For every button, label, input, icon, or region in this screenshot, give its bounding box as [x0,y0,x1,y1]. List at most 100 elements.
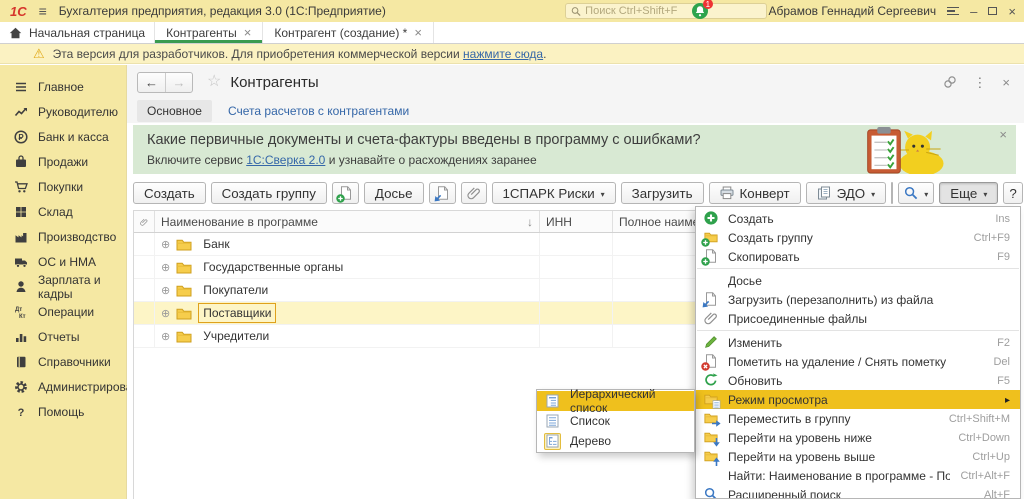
link-icon[interactable] [943,75,957,89]
attach-cell [134,279,155,301]
create-group-button[interactable]: Создать группу [211,182,327,204]
menu-item-mark-deletion[interactable]: Пометить на удаление / Снять пометкуDel [696,352,1020,371]
menu-item-view-mode[interactable]: Режим просмотра [696,390,1020,409]
tab-label: Контрагенты [166,26,237,40]
menu-item-copy[interactable]: СкопироватьF9 [696,247,1020,266]
expand-icon[interactable] [161,330,170,343]
dossier-button[interactable]: Досье [364,182,424,204]
global-search-box[interactable] [565,3,767,19]
sidebar-item-operacii[interactable]: ДтКтОперации [0,299,126,324]
expand-icon[interactable] [161,284,170,297]
tab-home[interactable]: Начальная страница [0,22,155,43]
spark-risks-button[interactable]: 1СПАРК Риски [492,182,616,204]
menu-item-attached-files[interactable]: Присоединенные файлы [696,309,1020,328]
expand-icon[interactable] [161,307,170,320]
menu-item-level-down[interactable]: Перейти на уровень нижеCtrl+Down [696,428,1020,447]
create-button[interactable]: Создать [133,182,206,204]
close-tab-icon[interactable] [244,26,252,39]
attach-column-header[interactable] [134,211,155,232]
sidebar-item-administrirovanie[interactable]: Администрирование [0,374,126,399]
sidebar-item-spravochniki[interactable]: Справочники [0,349,126,374]
sidebar-item-sklad[interactable]: Склад [0,199,126,224]
sidebar-item-pokupki[interactable]: Покупки [0,174,126,199]
user-menu-icon[interactable] [947,5,959,17]
tab-osnovnoe[interactable]: Основное [137,100,212,122]
search-menu-button[interactable] [898,182,934,204]
tab-kontragent-sozdanie[interactable]: Контрагент (создание) * [263,22,434,43]
menu-item-dossier[interactable]: Досье [696,271,1020,290]
close-icon[interactable]: × [1008,5,1016,18]
copy-button[interactable] [332,182,359,204]
sidebar-item-bank-i-kassa[interactable]: РБанк и касса [0,124,126,149]
tab-scheta-raschetov[interactable]: Счета расчетов с контрагентами [228,104,409,118]
name-cell[interactable]: Банк [155,233,540,255]
expand-icon[interactable] [161,261,170,274]
global-search-input[interactable] [585,5,761,17]
close-page-icon[interactable] [1002,76,1010,89]
folder-down-icon [703,430,718,445]
folder-plus-icon [703,230,718,245]
more-button[interactable]: Еще [939,182,998,204]
submenu-arrow-icon [1005,393,1010,406]
sidebar-item-label: Зарплата и кадры [38,273,126,301]
envelope-button[interactable]: Конверт [709,182,801,204]
main-menu-burger-icon[interactable] [39,4,47,18]
submenu-item-hierarchical-list[interactable]: Иерархический список [537,391,694,411]
load-from-file-icon [703,292,718,307]
sidebar-item-pomosch[interactable]: ?Помощь [0,399,126,424]
tab-kontragenty[interactable]: Контрагенты [155,22,263,43]
list-search-input[interactable] [892,183,893,203]
name-cell[interactable]: Покупатели [155,279,540,301]
sidebar-item-otchety[interactable]: Отчеты [0,324,126,349]
truck-icon [13,254,28,269]
attached-files-button[interactable] [461,182,487,204]
sidebar-item-glavnoe[interactable]: Главное [0,74,126,99]
help-button[interactable]: ? [1003,182,1022,204]
svg-text:Кт: Кт [19,314,26,319]
load-button[interactable]: Загрузить [621,182,704,204]
menu-item-move-to-group[interactable]: Переместить в группуCtrl+Shift+M [696,409,1020,428]
inn-cell [540,325,613,347]
list-search-box[interactable] [891,182,893,204]
edo-button[interactable]: ЭДО [806,182,887,204]
sidebar-item-proizvodstvo[interactable]: Производство [0,224,126,249]
menu-item-create[interactable]: СоздатьIns [696,209,1020,228]
folder-icon [176,261,192,274]
name-cell[interactable]: Поставщики [155,302,540,324]
sidebar-item-prodazhi[interactable]: Продажи [0,149,126,174]
sidebar-item-zarplata-i-kadry[interactable]: Зарплата и кадры [0,274,126,299]
menu-item-advanced-search[interactable]: Расширенный поискAlt+F [696,485,1020,499]
sidebar-item-label: Покупки [38,180,83,194]
menu-item-level-up[interactable]: Перейти на уровень вышеCtrl+Up [696,447,1020,466]
current-user-name[interactable]: Абрамов Геннадий Сергеевич [768,4,936,18]
notifications-bell-icon[interactable]: 1 [692,3,708,19]
inn-column-header[interactable]: ИНН [540,211,613,232]
submenu-item-tree[interactable]: Дерево [537,431,694,451]
name-column-header[interactable]: Наименование в программе [155,211,540,232]
sverka-link[interactable]: 1С:Сверка 2.0 [246,153,325,167]
sidebar-item-rukovoditelyu[interactable]: Руководителю [0,99,126,124]
load-from-file-button[interactable] [429,182,456,204]
trend-chart-icon [13,104,28,119]
menu-item-load-from-file[interactable]: Загрузить (перезаполнить) из файла [696,290,1020,309]
close-tab-icon[interactable] [414,26,422,39]
forward-button[interactable] [165,73,192,92]
maximize-icon[interactable] [988,7,997,15]
menu-item-find[interactable]: Найти: Наименование в программе - Постав… [696,466,1020,485]
favorite-star-icon[interactable] [207,74,221,90]
name-cell[interactable]: Учредители [155,325,540,347]
name-cell[interactable]: Государственные органы [155,256,540,278]
open-windows-tabbar: Начальная страница Контрагенты Контраген… [0,22,1024,44]
back-button[interactable] [138,73,165,92]
menu-item-create-group[interactable]: Создать группуCtrl+F9 [696,228,1020,247]
sidebar-item-os-i-nma[interactable]: ОС и НМА [0,249,126,274]
chevron-down-icon [871,186,875,199]
sections-sidebar: Главное Руководителю РБанк и касса Прода… [0,65,127,499]
minimize-icon[interactable] [970,5,977,18]
buy-commercial-link[interactable]: нажмите сюда [463,47,543,61]
close-promo-icon[interactable] [999,128,1007,141]
expand-icon[interactable] [161,238,170,251]
menu-item-edit[interactable]: ИзменитьF2 [696,333,1020,352]
kebab-menu-icon[interactable] [973,76,986,89]
menu-item-refresh[interactable]: ОбновитьF5 [696,371,1020,390]
